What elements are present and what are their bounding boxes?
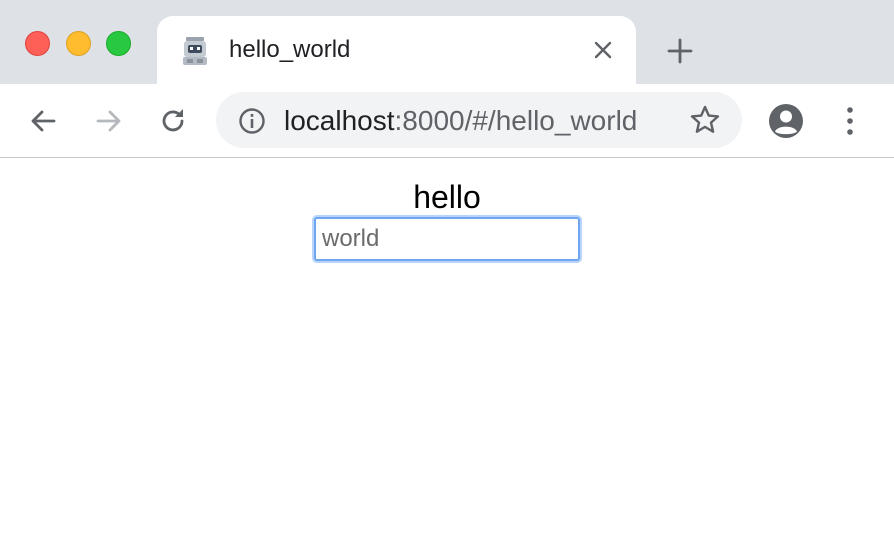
bookmark-star-icon[interactable] (689, 104, 721, 136)
forward-arrow-icon[interactable] (91, 104, 125, 138)
greeting-heading: hello (413, 179, 481, 215)
minimize-window-button[interactable] (66, 31, 91, 56)
name-input[interactable] (314, 217, 580, 261)
url-path: :8000/#/hello_world (394, 105, 638, 136)
back-arrow-icon[interactable] (27, 104, 61, 138)
address-bar[interactable]: localhost:8000/#/hello_world (216, 92, 742, 148)
tab-hello-world[interactable]: hello_world (157, 16, 636, 84)
close-tab-icon[interactable] (591, 38, 615, 62)
reload-icon[interactable] (156, 104, 190, 138)
url-text[interactable]: localhost:8000/#/hello_world (284, 105, 637, 137)
tab-title: hello_world (229, 36, 351, 63)
zoom-window-button[interactable] (106, 31, 131, 56)
more-menu-icon[interactable] (838, 105, 862, 137)
tab-strip: hello_world (0, 0, 894, 84)
new-tab-icon[interactable] (665, 36, 695, 66)
browser-toolbar: localhost:8000/#/hello_world (0, 84, 894, 158)
robot-favicon-icon (183, 37, 207, 65)
profile-avatar-icon[interactable] (768, 103, 804, 139)
info-icon[interactable] (238, 107, 266, 135)
page-content: hello (0, 158, 894, 544)
url-host: localhost (284, 105, 395, 136)
close-window-button[interactable] (25, 31, 50, 56)
